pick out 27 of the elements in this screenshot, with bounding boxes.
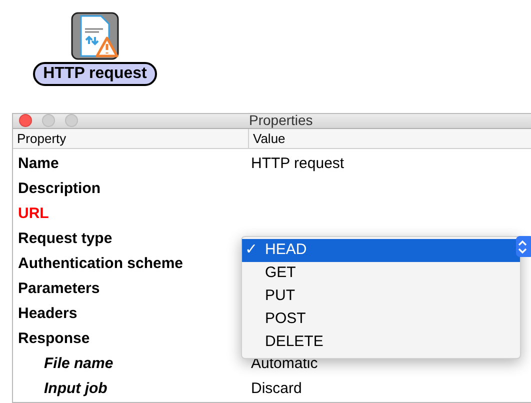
close-button[interactable] bbox=[19, 114, 32, 128]
http-document-warning-icon[interactable] bbox=[71, 12, 119, 60]
up-down-chevron-icon bbox=[518, 240, 527, 254]
property-name: Name bbox=[17, 154, 60, 174]
popup-stepper[interactable] bbox=[516, 236, 531, 257]
property-name: URL bbox=[17, 204, 50, 224]
property-name: Description bbox=[17, 179, 102, 200]
property-name: Input job bbox=[43, 379, 108, 400]
menu-item[interactable]: DELETE bbox=[242, 331, 520, 354]
node-label: HTTP request bbox=[33, 62, 157, 86]
column-header[interactable]: Property bbox=[13, 128, 249, 148]
property-name: Authentication scheme bbox=[17, 254, 184, 274]
window-title: Properties bbox=[249, 111, 313, 130]
property-value: Automatic bbox=[251, 354, 318, 374]
property-value: Discard bbox=[251, 379, 302, 400]
menu-item[interactable]: POST bbox=[242, 308, 520, 331]
property-name: Request type bbox=[17, 229, 114, 250]
column-header[interactable]: Value bbox=[249, 128, 286, 148]
property-name: File name bbox=[43, 354, 114, 374]
menu-item[interactable]: ✓ HEAD bbox=[242, 239, 520, 262]
checkmark-icon: ✓ bbox=[242, 239, 265, 262]
property-name: Response bbox=[17, 329, 91, 350]
menu-item[interactable]: PUT bbox=[242, 285, 520, 308]
property-value: HTTP request bbox=[251, 154, 344, 174]
menu-item[interactable]: GET bbox=[242, 262, 520, 285]
property-name: Parameters bbox=[17, 279, 101, 300]
property-name: Headers bbox=[17, 304, 78, 324]
